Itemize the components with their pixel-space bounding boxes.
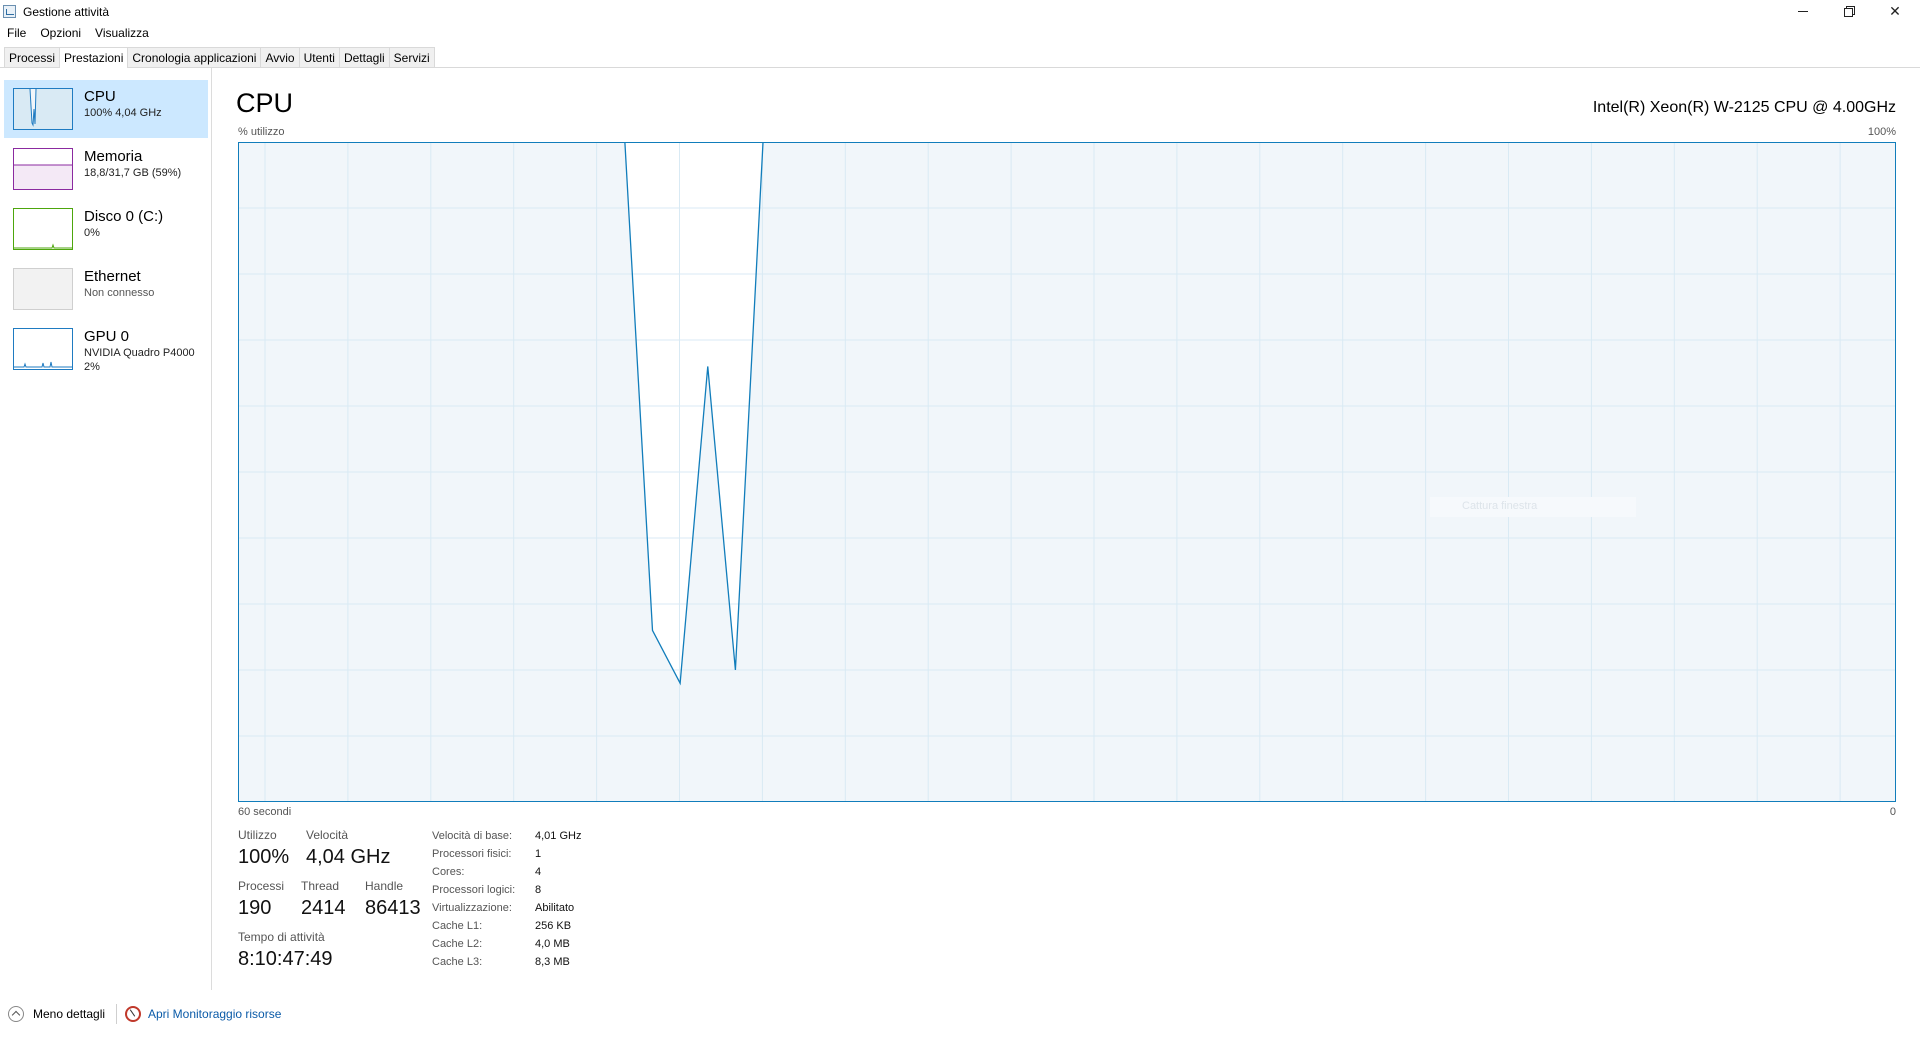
sidebar-item-value: 100% 4,04 GHz [84, 107, 162, 119]
detail-value: Abilitato [535, 902, 575, 914]
cpu-thumbnail-graph [13, 88, 73, 130]
sidebar-item-memory[interactable]: Memoria 18,8/31,7 GB (59%) [4, 140, 208, 198]
disk-thumbnail-graph [13, 208, 73, 250]
uptime-value: 8:10:47:49 [238, 948, 333, 970]
detail-row: Cache L3: 8,3 MB [432, 953, 581, 971]
window-title: Gestione attività [23, 5, 110, 19]
detail-value: 1 [535, 848, 542, 860]
detail-value: 8 [535, 884, 542, 896]
max-percent-label: 100% [1867, 126, 1896, 138]
handles-value: 86413 [365, 897, 421, 919]
threads-value: 2414 [301, 897, 346, 919]
restore-icon [1844, 6, 1855, 17]
uptime-label: Tempo di attività [238, 930, 325, 944]
tab-users[interactable]: Utenti [298, 47, 340, 67]
sidebar-item-value: 18,8/31,7 GB (59%) [84, 167, 182, 179]
footer-separator [116, 1004, 117, 1024]
sidebar-item-ethernet[interactable]: Ethernet Non connesso [4, 260, 208, 318]
speed-label: Velocità [306, 828, 349, 842]
processes-label: Processi [238, 879, 285, 893]
capture-window-ghost: Cattura finestra [1430, 497, 1636, 517]
sidebar-item-value: 0% [84, 227, 100, 239]
sidebar-item-value: Non connesso [84, 287, 155, 299]
cpu-usage-chart [238, 141, 1896, 802]
detail-key: Cache L2: [432, 938, 483, 950]
title-bar: Gestione attività ✕ [0, 0, 1920, 24]
gpu-thumbnail-graph [13, 328, 73, 370]
sidebar-item-disk[interactable]: Disco 0 (C:) 0% [4, 200, 208, 258]
sidebar-item-title: Ethernet [84, 268, 141, 285]
tab-services[interactable]: Servizi [388, 47, 435, 67]
sidebar-item-value-2: 2% [84, 361, 100, 373]
detail-row: Virtualizzazione: Abilitato [432, 899, 581, 917]
detail-key: Processori logici: [432, 884, 516, 896]
minimize-icon [1798, 10, 1808, 12]
detail-key: Processori fisici: [432, 848, 512, 860]
menu-bar: File Opzioni Visualizza [0, 24, 156, 44]
close-icon: ✕ [1889, 2, 1901, 19]
sidebar-item-cpu[interactable]: CPU 100% 4,04 GHz [4, 80, 208, 138]
detail-value: 8,3 MB [535, 956, 570, 968]
detail-row: Cores: 4 [432, 863, 581, 881]
memory-thumbnail-graph [13, 148, 73, 190]
detail-value: 256 KB [535, 920, 572, 932]
handles-label: Handle [365, 879, 404, 893]
sidebar-item-title: GPU 0 [84, 328, 130, 345]
resource-sidebar: CPU 100% 4,04 GHz Memoria 18,8/31,7 GB (… [0, 68, 212, 990]
tab-performance[interactable]: Prestazioni [59, 47, 129, 68]
detail-key: Cache L1: [432, 920, 483, 932]
ethernet-thumbnail-graph [13, 268, 73, 310]
utilization-value: 100% [238, 846, 290, 868]
processes-value: 190 [238, 897, 272, 919]
fewer-details-label: Meno dettagli [33, 1007, 106, 1021]
sidebar-item-gpu[interactable]: GPU 0 NVIDIA Quadro P4000 2% [4, 320, 208, 378]
tab-bar: Processi Prestazioni Cronologia applicaz… [4, 47, 435, 68]
menu-options[interactable]: Opzioni [33, 24, 88, 44]
sidebar-item-value: NVIDIA Quadro P4000 [84, 347, 195, 359]
resource-monitor-label: Apri Monitoraggio risorse [148, 1007, 282, 1021]
utilization-axis-label: % utilizzo [238, 126, 285, 138]
tab-startup[interactable]: Avvio [260, 47, 300, 67]
cpu-usage-graph[interactable] [238, 141, 1896, 802]
tab-app-history[interactable]: Cronologia applicazioni [127, 47, 262, 67]
utilization-label: Utilizzo [238, 828, 277, 842]
sidebar-item-title: Disco 0 (C:) [84, 208, 164, 225]
sidebar-item-title: Memoria [84, 148, 143, 165]
task-manager-icon [3, 5, 16, 18]
zero-label: 0 [1889, 806, 1896, 818]
detail-row: Cache L1: 256 KB [432, 917, 581, 935]
cpu-details-table: Velocità di base: 4,01 GHz Processori fis… [432, 827, 581, 971]
detail-value: 4 [535, 866, 542, 878]
detail-value: 4,01 GHz [535, 830, 582, 842]
menu-view[interactable]: Visualizza [88, 24, 156, 44]
detail-row: Cache L2: 4,0 MB [432, 935, 581, 953]
detail-row: Processori logici: 8 [432, 881, 581, 899]
threads-label: Thread [301, 879, 340, 893]
page-title: CPU [236, 88, 294, 118]
speed-value: 4,04 GHz [306, 846, 391, 868]
time-span-label: 60 secondi [238, 806, 292, 818]
detail-row: Processori fisici: 1 [432, 845, 581, 863]
resource-monitor-icon [125, 1006, 141, 1022]
detail-value: 4,0 MB [535, 938, 570, 950]
chevron-up-icon [8, 1006, 24, 1022]
detail-key: Velocità di base: [432, 830, 513, 842]
detail-row: Velocità di base: 4,01 GHz [432, 827, 581, 845]
detail-key: Cache L3: [432, 956, 483, 968]
tab-details[interactable]: Dettagli [338, 47, 390, 67]
menu-file[interactable]: File [0, 24, 33, 44]
fewer-details-button[interactable]: Meno dettagli [8, 1006, 105, 1022]
cpu-model-name: Intel(R) Xeon(R) W-2125 CPU @ 4.00GHz [1592, 99, 1896, 116]
sidebar-item-title: CPU [84, 88, 116, 105]
restore-button[interactable] [1826, 0, 1872, 22]
close-button[interactable]: ✕ [1872, 0, 1918, 22]
minimize-button[interactable] [1780, 0, 1826, 22]
detail-key: Cores: [432, 866, 465, 878]
open-resource-monitor-link[interactable]: Apri Monitoraggio risorse [125, 1006, 281, 1022]
tab-processes[interactable]: Processi [4, 47, 61, 67]
detail-key: Virtualizzazione: [432, 902, 512, 914]
